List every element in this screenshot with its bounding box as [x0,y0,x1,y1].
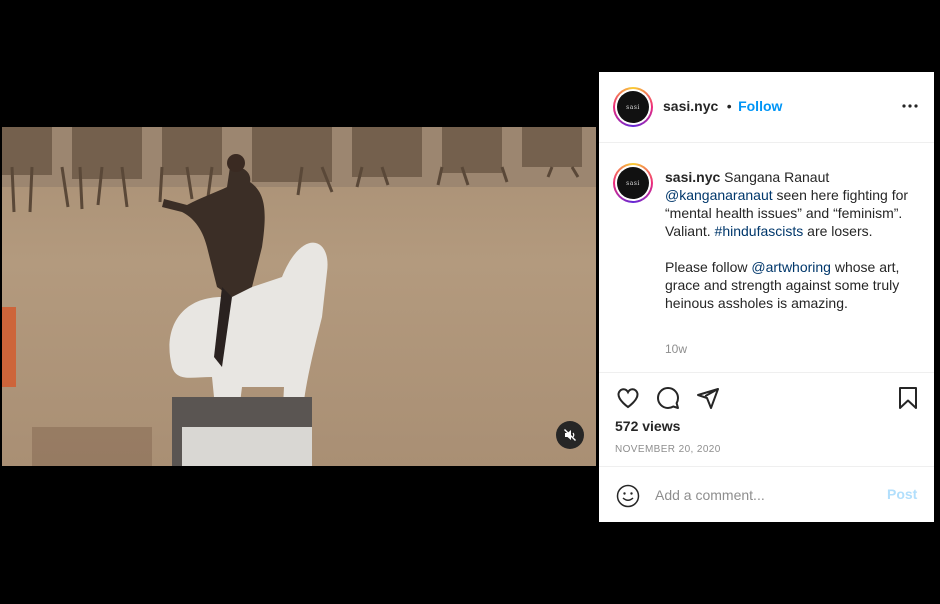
mention-link[interactable]: @artwhoring [751,259,831,275]
follow-button[interactable]: Follow [738,98,782,114]
heart-icon [617,388,639,409]
mute-button[interactable] [556,421,584,449]
divider [599,372,934,373]
header-username[interactable]: sasi.nyc [663,98,718,114]
bookmark-icon [899,387,917,409]
view-count[interactable]: 572 views [615,418,680,434]
avatar[interactable]: sasi [613,87,653,127]
like-button[interactable] [615,385,641,411]
header-user-row: sasi.nyc • Follow [663,98,782,116]
caption-paragraph-2: Please follow @artwhoring whose art, gra… [665,258,913,312]
caption-avatar[interactable]: sasi [613,163,653,203]
time-ago[interactable]: 10w [665,342,687,356]
save-button[interactable] [895,385,921,411]
video-frame [2,127,596,466]
mention-link[interactable]: @kanganaranaut [665,187,773,203]
caption-text: Sangana Ranaut [720,169,830,185]
caption-paragraph-1: sasi.nyc Sangana Ranaut @kanganaranaut s… [665,168,913,240]
post-comment-button[interactable]: Post [887,486,917,502]
emoji-icon [616,484,640,508]
speaker-muted-icon [564,429,576,441]
paper-plane-icon [697,388,719,409]
caption-text: are losers. [803,223,873,239]
more-options-button[interactable] [900,96,920,116]
more-icon [902,104,918,108]
separator-dot: • [726,98,732,114]
caption-avatar-image: sasi [617,167,649,199]
comment-input[interactable] [655,484,875,506]
avatar-image: sasi [617,91,649,123]
share-button[interactable] [695,385,721,411]
post-header: sasi sasi.nyc • Follow [599,72,934,143]
post-panel: sasi sasi.nyc • Follow sasi sasi.nyc San… [599,72,934,522]
post-date: NOVEMBER 20, 2020 [615,444,721,455]
caption-username[interactable]: sasi.nyc [665,169,720,185]
hashtag-link[interactable]: #hindufascists [715,223,804,239]
video-player[interactable] [2,127,596,466]
comment-button[interactable] [655,385,681,411]
divider [599,466,934,467]
post-caption: sasi.nyc Sangana Ranaut @kanganaranaut s… [665,168,913,312]
comment-icon [657,387,679,409]
caption-text: Please follow [665,259,752,275]
emoji-button[interactable] [615,483,641,509]
